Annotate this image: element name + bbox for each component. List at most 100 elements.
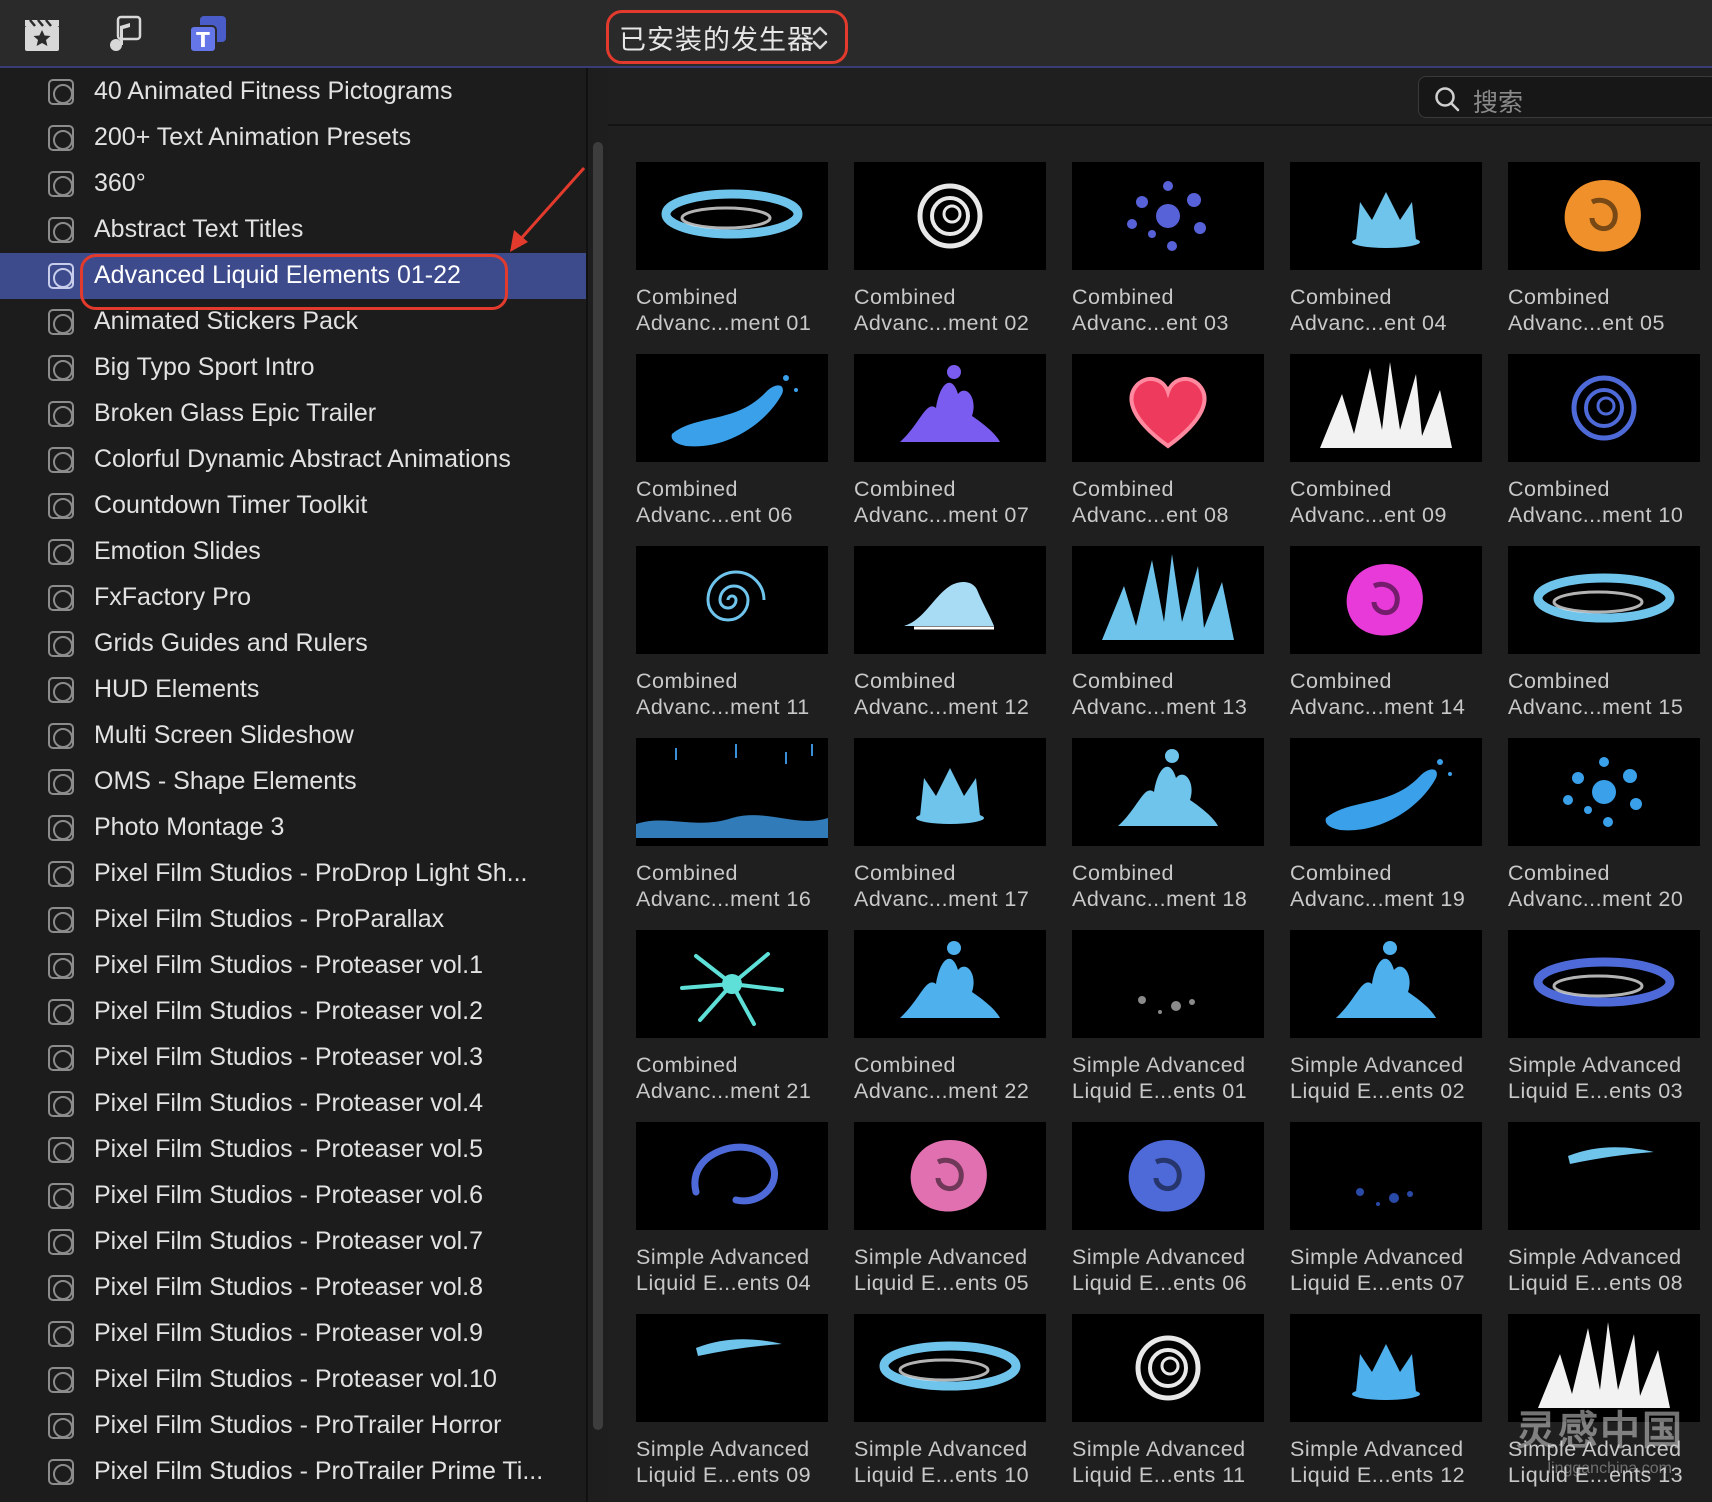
clapper-star-icon[interactable] [22,14,62,54]
sidebar-item[interactable]: Abstract Text Titles [0,207,586,253]
motion-content-icon [48,1413,74,1439]
generator-tile[interactable]: Combined Advanc...ment 18 [1072,738,1264,928]
sidebar-item[interactable]: Photo Montage 3 [0,805,586,851]
sidebar-item-label: Countdown Timer Toolkit [94,491,368,519]
generator-tile[interactable]: Combined Advanc...ent 08 [1072,354,1264,544]
tile-caption-line2: Liquid E...ents 10 [854,1463,1030,1487]
sidebar-item[interactable]: Colorful Dynamic Abstract Animations [0,437,586,483]
tile-caption-line2: Liquid E...ents 05 [854,1271,1030,1295]
liquid-thumbnail [1508,546,1700,654]
music-photo-icon[interactable] [104,14,144,54]
generator-tile[interactable]: Combined Advanc...ment 13 [1072,546,1264,736]
generator-tile[interactable]: Combined Advanc...ent 05 [1508,162,1700,352]
liquid-thumbnail [636,162,828,270]
tile-caption-line1: Combined [636,861,738,885]
sidebar-scrollbar[interactable] [593,142,603,1430]
tile-caption-line2: Advanc...ment 12 [854,695,1030,719]
generator-tile[interactable]: Combined Advanc...ment 22 [854,930,1046,1120]
generator-tile[interactable]: Combined Advanc...ment 02 [854,162,1046,352]
sidebar-item[interactable]: Pixel Film Studios - Proteaser vol.6 [0,1173,586,1219]
generator-tile[interactable]: Simple Advanced Liquid E...ents 06 [1072,1122,1264,1312]
sidebar-item[interactable]: FxFactory Pro [0,575,586,621]
sidebar-item[interactable]: 40 Animated Fitness Pictograms [0,69,586,115]
titles-icon[interactable]: T [188,14,228,54]
generator-tile[interactable]: Simple Advanced Liquid E...ents 11 [1072,1314,1264,1502]
tile-caption-line1: Combined [636,285,738,309]
sidebar-item[interactable]: Pixel Film Studios - Proteaser vol.2 [0,989,586,1035]
generator-tile[interactable]: Combined Advanc...ment 19 [1290,738,1482,928]
tile-caption-line1: Simple Advanced [1072,1053,1246,1077]
sidebar-item[interactable]: Pixel Film Studios - Proteaser vol.1 [0,943,586,989]
generator-tile[interactable]: Combined Advanc...ment 10 [1508,354,1700,544]
motion-content-icon [48,1459,74,1485]
generator-popup[interactable]: 已安装的发生器 [606,10,848,64]
sidebar-item[interactable]: Pixel Film Studios - ProParallax [0,897,586,943]
generator-tile[interactable]: Combined Advanc...ent 03 [1072,162,1264,352]
generator-tile[interactable]: Combined Advanc...ent 06 [636,354,828,544]
liquid-thumbnail [854,1122,1046,1230]
liquid-thumbnail [1508,162,1700,270]
sidebar-item[interactable]: Pixel Film Studios - Proteaser vol.8 [0,1265,586,1311]
motion-content-icon [48,631,74,657]
sidebar-item[interactable]: Advanced Liquid Elements 01-22 [0,253,586,299]
sidebar-item-label: Abstract Text Titles [94,215,304,243]
sidebar-item[interactable]: 360° [0,161,586,207]
sidebar-item[interactable]: 200+ Text Animation Presets [0,115,586,161]
sidebar-item[interactable]: Pixel Film Studios - ProTrailer Prime Ti… [0,1449,586,1495]
search-icon [1435,87,1460,112]
generator-tile[interactable]: Simple Advanced Liquid E...ents 07 [1290,1122,1482,1312]
tile-caption-line2: Advanc...ment 14 [1290,695,1466,719]
tile-caption-line2: Advanc...ment 10 [1508,503,1684,527]
generator-tile[interactable]: Combined Advanc...ment 15 [1508,546,1700,736]
tile-caption-line1: Combined [1290,477,1392,501]
sidebar-item[interactable]: Pixel Film Studios - Proteaser vol.3 [0,1035,586,1081]
generator-tile[interactable]: Simple Advanced Liquid E...ents 04 [636,1122,828,1312]
generator-tile[interactable]: Simple Advanced Liquid E...ents 05 [854,1122,1046,1312]
sidebar-item-label: FxFactory Pro [94,583,251,611]
generator-tile[interactable]: Combined Advanc...ment 01 [636,162,828,352]
motion-content-icon [48,723,74,749]
sidebar-item-label: Broken Glass Epic Trailer [94,399,377,427]
generator-tile[interactable]: Combined Advanc...ment 14 [1290,546,1482,736]
search-field[interactable]: 搜索 [1418,76,1712,118]
sidebar-item[interactable]: Broken Glass Epic Trailer [0,391,586,437]
sidebar-item[interactable]: Pixel Film Studios - Proteaser vol.7 [0,1219,586,1265]
sidebar-item[interactable]: Pixel Film Studios - ProDrop Light Sh... [0,851,586,897]
generator-tile[interactable]: Combined Advanc...ent 09 [1290,354,1482,544]
sidebar-item[interactable]: Pixel Film Studios - Proteaser vol.4 [0,1081,586,1127]
generator-tile[interactable]: Combined Advanc...ment 20 [1508,738,1700,928]
generator-tile[interactable]: Combined Advanc...ent 04 [1290,162,1482,352]
motion-content-icon [48,1321,74,1347]
generator-tile[interactable]: Combined Advanc...ment 12 [854,546,1046,736]
generator-tile[interactable]: Simple Advanced Liquid E...ents 12 [1290,1314,1482,1502]
motion-content-icon [48,1275,74,1301]
sidebar-item[interactable]: Animated Stickers Pack [0,299,586,345]
sidebar-item[interactable]: Multi Screen Slideshow [0,713,586,759]
generator-tile[interactable]: Combined Advanc...ment 16 [636,738,828,928]
generator-tile[interactable]: Simple Advanced Liquid E...ents 10 [854,1314,1046,1502]
motion-content-icon [48,815,74,841]
sidebar-item[interactable]: Pixel Film Studios - Proteaser vol.5 [0,1127,586,1173]
sidebar-item[interactable]: Pixel Film Studios - Proteaser vol.10 [0,1357,586,1403]
sidebar-item[interactable]: Pixel Film Studios - Proteaser vol.9 [0,1311,586,1357]
sidebar-item[interactable]: Countdown Timer Toolkit [0,483,586,529]
generator-tile[interactable]: Simple Advanced Liquid E...ents 01 [1072,930,1264,1120]
sidebar-item[interactable]: Big Typo Sport Intro [0,345,586,391]
sidebar-item[interactable]: OMS - Shape Elements [0,759,586,805]
tile-caption: Combined Advanc...ent 08 [1072,476,1272,528]
generator-tile[interactable]: Combined Advanc...ment 11 [636,546,828,736]
generator-tile[interactable]: Combined Advanc...ment 07 [854,354,1046,544]
generator-tile[interactable]: Combined Advanc...ment 17 [854,738,1046,928]
sidebar-item[interactable]: Emotion Slides [0,529,586,575]
sidebar-item[interactable]: Pixel Film Studios - ProTrailer Horror [0,1403,586,1449]
sidebar-item[interactable]: HUD Elements [0,667,586,713]
tile-caption-line2: Advanc...ent 05 [1508,311,1665,335]
generator-tile[interactable]: Simple Advanced Liquid E...ents 02 [1290,930,1482,1120]
generator-tile[interactable]: Simple Advanced Liquid E...ents 09 [636,1314,828,1502]
generator-tile[interactable]: Simple Advanced Liquid E...ents 08 [1508,1122,1700,1312]
generator-tile[interactable]: Simple Advanced Liquid E...ents 03 [1508,930,1700,1120]
generator-tile[interactable]: Combined Advanc...ment 21 [636,930,828,1120]
sidebar-item-label: Pixel Film Studios - Proteaser vol.10 [94,1365,497,1393]
liquid-thumbnail [854,546,1046,654]
sidebar-item[interactable]: Grids Guides and Rulers [0,621,586,667]
